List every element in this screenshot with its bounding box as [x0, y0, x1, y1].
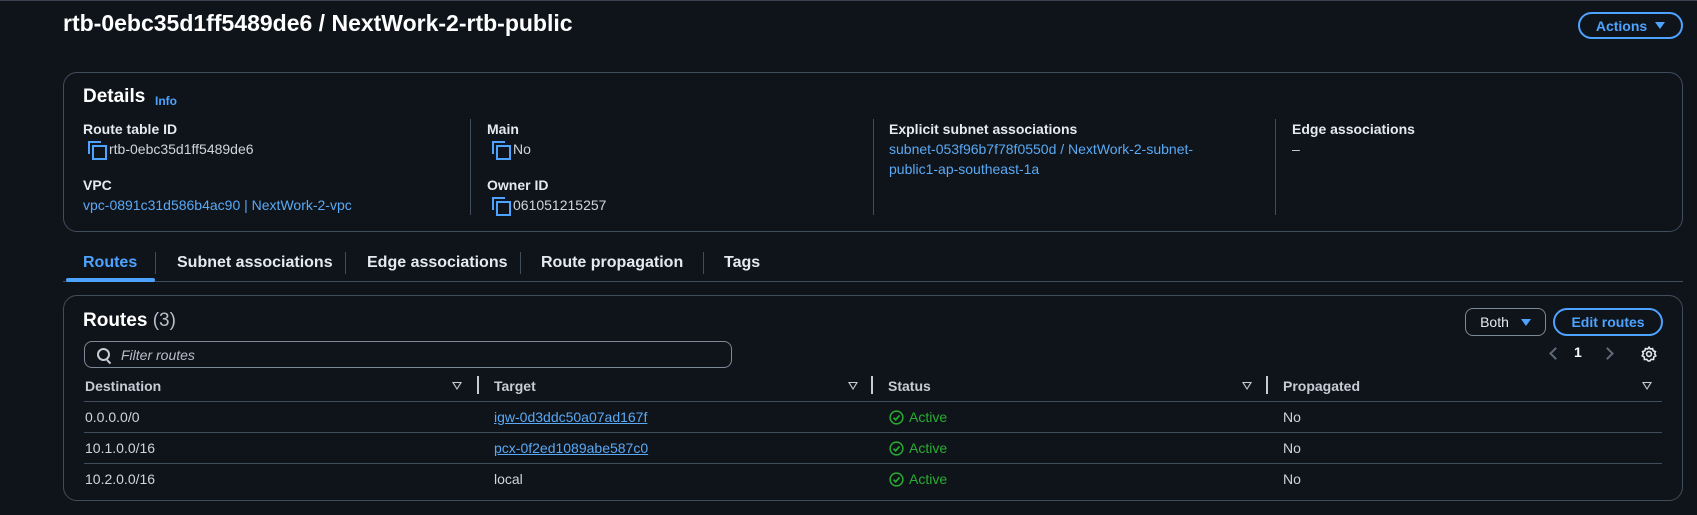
- column-header-destination[interactable]: Destination: [85, 378, 161, 394]
- cell-propagated: No: [1283, 440, 1301, 456]
- vpc-link[interactable]: vpc-0891c31d586b4ac90 | NextWork-2-vpc: [83, 197, 352, 213]
- column-divider: [1275, 119, 1276, 215]
- route-table-id-label: Route table ID: [83, 121, 178, 137]
- sort-caret-icon[interactable]: [1642, 382, 1652, 390]
- tab-edge-associations[interactable]: Edge associations: [367, 254, 508, 272]
- status-text: Active: [909, 409, 948, 425]
- filter-routes-input[interactable]: [121, 342, 721, 367]
- check-circle-icon: [889, 440, 904, 456]
- tab-separator: [703, 252, 704, 274]
- cell-destination: 10.2.0.0/16: [85, 471, 156, 487]
- copy-icon[interactable]: [88, 141, 107, 160]
- column-divider: [470, 119, 471, 215]
- edit-routes-button[interactable]: Edit routes: [1553, 308, 1663, 336]
- cell-destination: 0.0.0.0/0: [85, 409, 140, 425]
- check-circle-icon: [889, 471, 904, 487]
- owner-id-value: 061051215257: [513, 197, 607, 213]
- table-header-divider: [84, 401, 1662, 402]
- edge-associations-label: Edge associations: [1292, 121, 1415, 137]
- sort-caret-icon[interactable]: [848, 382, 858, 390]
- details-heading: Details: [83, 86, 146, 107]
- column-resize-handle[interactable]: [871, 376, 873, 394]
- tab-routes[interactable]: Routes: [83, 254, 137, 272]
- subnet-link-line1: subnet-053f96b7f78f0550d / NextWork-2-su…: [889, 141, 1194, 157]
- copy-icon[interactable]: [492, 141, 511, 160]
- caret-down-icon: [1520, 318, 1531, 326]
- cell-destination: 10.1.0.0/16: [85, 440, 156, 456]
- check-circle-icon: [889, 409, 904, 425]
- tab-tags[interactable]: Tags: [724, 254, 760, 272]
- cell-status: Active: [889, 471, 947, 487]
- active-tab-indicator: [66, 278, 155, 282]
- owner-id-label: Owner ID: [487, 177, 549, 193]
- column-header-propagated[interactable]: Propagated: [1283, 378, 1360, 394]
- cell-status: Active: [889, 440, 947, 456]
- column-resize-handle[interactable]: [477, 376, 479, 394]
- cell-target-link[interactable]: pcx-0f2ed1089abe587c0: [494, 440, 648, 456]
- status-text: Active: [909, 440, 948, 456]
- tab-separator: [520, 252, 521, 274]
- tab-route-propagation[interactable]: Route propagation: [541, 254, 683, 272]
- actions-button-label: Actions: [1595, 17, 1648, 34]
- page-title: rtb-0ebc35d1ff5489de6 / NextWork-2-rtb-p…: [63, 10, 573, 36]
- edge-associations-value: –: [1292, 141, 1300, 157]
- caret-down-icon: [1655, 22, 1666, 29]
- column-header-status[interactable]: Status: [888, 378, 931, 394]
- propagation-filter-value: Both: [1480, 314, 1509, 330]
- info-link[interactable]: Info: [155, 94, 177, 108]
- route-table-id-value: rtb-0ebc35d1ff5489de6: [109, 141, 254, 157]
- routes-panel: [63, 295, 1683, 501]
- route-table-page: rtb-0ebc35d1ff5489de6 / NextWork-2-rtb-p…: [0, 0, 1697, 515]
- routes-heading: Routes (3): [83, 310, 176, 332]
- main-value: No: [513, 141, 531, 157]
- tab-separator: [345, 252, 346, 274]
- cell-propagated: No: [1283, 471, 1301, 487]
- row-divider: [84, 432, 1662, 433]
- cell-target-link[interactable]: igw-0d3ddc50a07ad167f: [494, 409, 647, 425]
- gear-icon[interactable]: [1641, 346, 1657, 362]
- tab-subnet-associations[interactable]: Subnet associations: [177, 254, 333, 272]
- cell-status: Active: [889, 409, 947, 425]
- search-icon: [97, 348, 111, 362]
- column-header-target[interactable]: Target: [494, 378, 536, 394]
- filter-routes-box[interactable]: [84, 341, 732, 368]
- cell-propagated: No: [1283, 409, 1301, 425]
- subnet-link-line2: public1-ap-southeast-1a: [889, 161, 1040, 177]
- cell-target: local: [494, 471, 523, 487]
- page-number[interactable]: 1: [1574, 344, 1582, 360]
- top-border: [0, 0, 1697, 1]
- vpc-label: VPC: [83, 177, 112, 193]
- status-text: Active: [909, 471, 948, 487]
- column-divider: [873, 119, 874, 215]
- sort-caret-icon[interactable]: [1242, 382, 1252, 390]
- copy-icon[interactable]: [492, 197, 511, 216]
- actions-button[interactable]: Actions: [1578, 12, 1683, 39]
- main-label: Main: [487, 121, 519, 137]
- tab-separator: [155, 252, 156, 274]
- column-resize-handle[interactable]: [1266, 376, 1268, 394]
- routes-count: (3): [152, 310, 176, 331]
- row-divider: [84, 463, 1662, 464]
- subnet-link[interactable]: subnet-053f96b7f78f0550d / NextWork-2-su…: [889, 141, 1193, 177]
- explicit-subnet-label: Explicit subnet associations: [889, 121, 1078, 137]
- tabs-baseline: [63, 281, 1683, 282]
- propagation-filter-select[interactable]: Both: [1465, 308, 1546, 336]
- sort-caret-icon[interactable]: [452, 382, 462, 390]
- routes-heading-label: Routes: [83, 310, 148, 331]
